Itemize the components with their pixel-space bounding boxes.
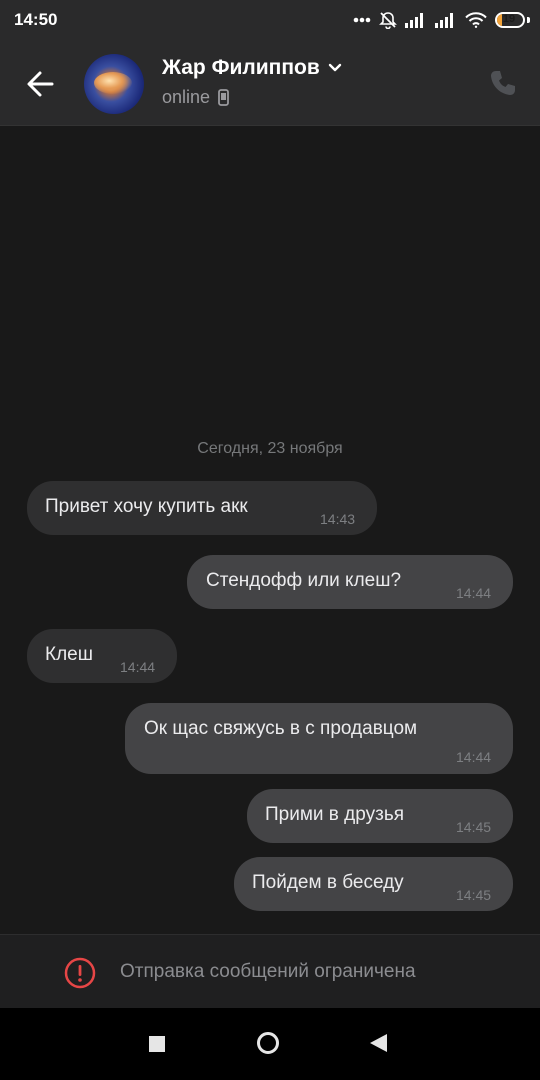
message-bubble-outgoing[interactable]: Ок щас свяжусь в с продавцом 14:44 [125, 703, 513, 774]
avatar[interactable] [84, 54, 144, 114]
status-bar: 14:50 19 [0, 0, 540, 42]
message-text: Стендофф или клеш? [206, 570, 402, 591]
home-circle-icon[interactable] [257, 1032, 279, 1054]
signal-icon-2 [435, 13, 453, 28]
phone-call-icon[interactable] [488, 68, 518, 98]
message-time: 14:44 [120, 659, 156, 675]
recents-square-icon[interactable] [149, 1036, 165, 1052]
status-icons: 19 [353, 9, 530, 31]
contact-status-row: online [162, 87, 229, 108]
date-separator: Сегодня, 23 ноября [197, 440, 343, 457]
back-arrow-icon[interactable] [22, 66, 62, 102]
message-time: 14:44 [456, 749, 492, 765]
message-text: Пойдем в беседу [252, 872, 404, 893]
message-bubble-incoming[interactable]: Клеш 14:44 [27, 629, 177, 683]
message-time: 14:45 [456, 887, 492, 903]
message-bubble-incoming[interactable]: Привет хочу купить акк 14:43 [27, 481, 377, 535]
back-triangle-icon[interactable] [370, 1034, 387, 1052]
message-time: 14:43 [320, 511, 356, 527]
message-bubble-outgoing[interactable]: Пойдем в беседу 14:45 [234, 857, 513, 911]
alert-circle-icon [64, 957, 96, 989]
status-time: 14:50 [14, 10, 58, 29]
contact-name-row[interactable]: Жар Филиппов [162, 56, 342, 80]
signal-icon [405, 13, 423, 28]
battery-tip [527, 17, 530, 23]
chat-header: Жар Филиппов online [0, 42, 540, 126]
messaging-restricted-bar: Отправка сообщений ограничена [0, 934, 540, 1009]
wifi-icon [465, 12, 487, 28]
chevron-down-icon[interactable] [328, 63, 342, 73]
message-bubble-outgoing[interactable]: Стендофф или клеш? 14:44 [187, 555, 513, 609]
message-text: Клеш [45, 644, 93, 665]
chat-messages-area[interactable]: Сегодня, 23 ноября Привет хочу купить ак… [0, 126, 540, 934]
battery-level: 19 [502, 13, 516, 25]
more-dots-icon [353, 17, 371, 23]
battery-icon: 19 [495, 12, 525, 28]
message-text: Прими в друзья [265, 804, 405, 825]
muted-bell-icon [379, 12, 397, 29]
message-time: 14:45 [456, 819, 492, 835]
message-text: Привет хочу купить акк [45, 496, 248, 517]
message-bubble-outgoing[interactable]: Прими в друзья 14:45 [247, 789, 513, 843]
contact-name[interactable]: Жар Филиппов [162, 56, 320, 80]
restriction-text: Отправка сообщений ограничена [120, 961, 416, 982]
mobile-device-icon [218, 89, 229, 106]
contact-status: online [162, 87, 211, 107]
message-text: Ок щас свяжусь в с продавцом [144, 718, 418, 739]
message-time: 14:44 [456, 585, 492, 601]
system-nav-bar [0, 1008, 540, 1080]
